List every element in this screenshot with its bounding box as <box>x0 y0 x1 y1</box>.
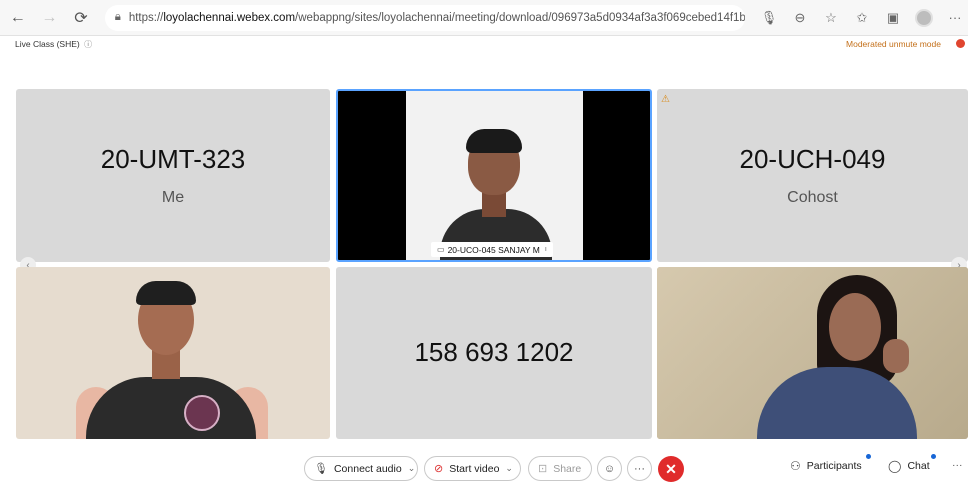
video-person-head <box>829 293 881 361</box>
reload-icon: ⟳ <box>74 9 88 27</box>
back-button[interactable]: ← <box>4 4 32 32</box>
end-call-icon: ✕ <box>665 460 677 477</box>
reload-button[interactable]: ⟳ <box>67 4 95 32</box>
zoom-icon[interactable]: ⊖ <box>787 5 813 31</box>
start-video-label: Start video <box>449 462 500 475</box>
end-call-button[interactable]: ✕ <box>658 456 684 482</box>
info-icon[interactable]: ⓘ <box>84 40 92 49</box>
participant-name-label: ▭ 20-UCO-045 SANJAY M ı <box>431 242 553 257</box>
connect-audio-button[interactable]: 🎙︎ Connect audio ⌄ <box>304 456 418 481</box>
meeting-controls: 🎙︎ Connect audio ⌄ ⊘ Start video ⌄ ⊡ Sha… <box>0 447 968 485</box>
participants-notification-dot <box>866 454 871 459</box>
chevron-down-icon[interactable]: ⌄ <box>408 463 416 474</box>
participant-video <box>406 91 583 260</box>
forward-button[interactable]: → <box>36 4 64 32</box>
chat-notification-dot <box>931 454 936 459</box>
forward-icon: → <box>41 8 58 26</box>
meeting-title[interactable]: Live Class (SHE) ⓘ <box>15 39 92 50</box>
url-host: loyolachennai.webex.com <box>163 11 296 24</box>
video-tile-active-speaker[interactable]: ▭ 20-UCO-045 SANJAY M ı <box>336 89 652 262</box>
device-icon: ▭ <box>437 245 445 254</box>
participant-name: 20-UCH-049 <box>739 144 886 174</box>
mic-icon[interactable]: 🎙︎ <box>756 5 782 31</box>
unmute-mode-label[interactable]: Moderated unmute mode <box>846 39 941 49</box>
video-person-hair <box>136 281 196 305</box>
video-tile-me[interactable]: 20-UMT-323 Me <box>16 89 330 262</box>
video-tile-cohost[interactable]: ⚠ 20-UCH-049 Cohost <box>657 89 968 262</box>
chat-button[interactable]: ◯ Chat <box>888 459 930 473</box>
address-bar[interactable]: 🔒︎ https://loyolachennai.webex.com/webap… <box>104 4 745 31</box>
participants-label: Participants <box>806 460 862 472</box>
participant-name: 20-UMT-323 <box>100 144 246 174</box>
participants-icon: ⚇ <box>790 459 801 473</box>
video-person-hand <box>883 339 909 373</box>
video-tile-participant[interactable] <box>657 267 968 439</box>
more-panels-button[interactable]: ··· <box>952 459 963 471</box>
warning-icon[interactable]: ⚠ <box>661 94 670 105</box>
browser-icons: 🎙︎ ⊖ ☆ ✩ ▣ ··· <box>751 5 968 31</box>
video-off-icon: ⊘ <box>434 463 444 475</box>
lock-icon: 🔒︎ <box>114 11 121 23</box>
mic-icon: 🎙︎ <box>314 463 328 475</box>
profile-icon <box>914 8 933 27</box>
signal-icon: ı <box>544 246 547 253</box>
video-tile-phone[interactable]: 158 693 1202 <box>336 267 652 439</box>
more-icon: ··· <box>952 459 963 471</box>
share-label: Share <box>553 462 582 475</box>
participant-name: 158 693 1202 <box>414 337 574 367</box>
favorite-icon[interactable]: ☆ <box>818 5 844 31</box>
more-icon[interactable]: ··· <box>942 5 968 31</box>
extensions-icon[interactable]: ▣ <box>880 5 906 31</box>
chat-icon: ◯ <box>888 459 902 473</box>
more-icon: ··· <box>634 462 645 475</box>
meeting-title-text: Live Class (SHE) <box>15 39 80 49</box>
share-button[interactable]: ⊡ Share <box>528 456 592 481</box>
participants-button[interactable]: ⚇ Participants <box>790 459 862 473</box>
browser-toolbar: ← → ⟳ 🔒︎ https://loyolachennai.webex.com… <box>0 0 968 36</box>
profile-button[interactable] <box>911 5 937 31</box>
reactions-button[interactable]: ☺ <box>597 456 622 481</box>
video-tile-participant[interactable] <box>16 267 330 439</box>
recording-indicator[interactable] <box>956 39 965 48</box>
share-icon: ⊡ <box>538 463 548 475</box>
participant-role: Cohost <box>787 189 838 206</box>
video-person-hair <box>466 129 522 153</box>
shirt-logo <box>184 395 220 431</box>
url-path: /webappng/sites/loyolachennai/meeting/do… <box>295 11 745 24</box>
start-video-button[interactable]: ⊘ Start video ⌄ <box>424 456 521 481</box>
more-options-button[interactable]: ··· <box>627 456 652 481</box>
reaction-icon: ☺ <box>603 462 616 475</box>
participant-name: 20-UCO-045 SANJAY M <box>447 244 540 255</box>
collections-icon[interactable]: ✩ <box>849 5 875 31</box>
participant-role: Me <box>161 189 185 206</box>
back-icon: ← <box>9 8 26 26</box>
video-person-body <box>86 377 256 439</box>
url-prefix: https:// <box>128 11 164 24</box>
chat-label: Chat <box>907 460 930 472</box>
chevron-down-icon[interactable]: ⌄ <box>505 463 513 474</box>
connect-audio-label: Connect audio <box>333 462 402 475</box>
